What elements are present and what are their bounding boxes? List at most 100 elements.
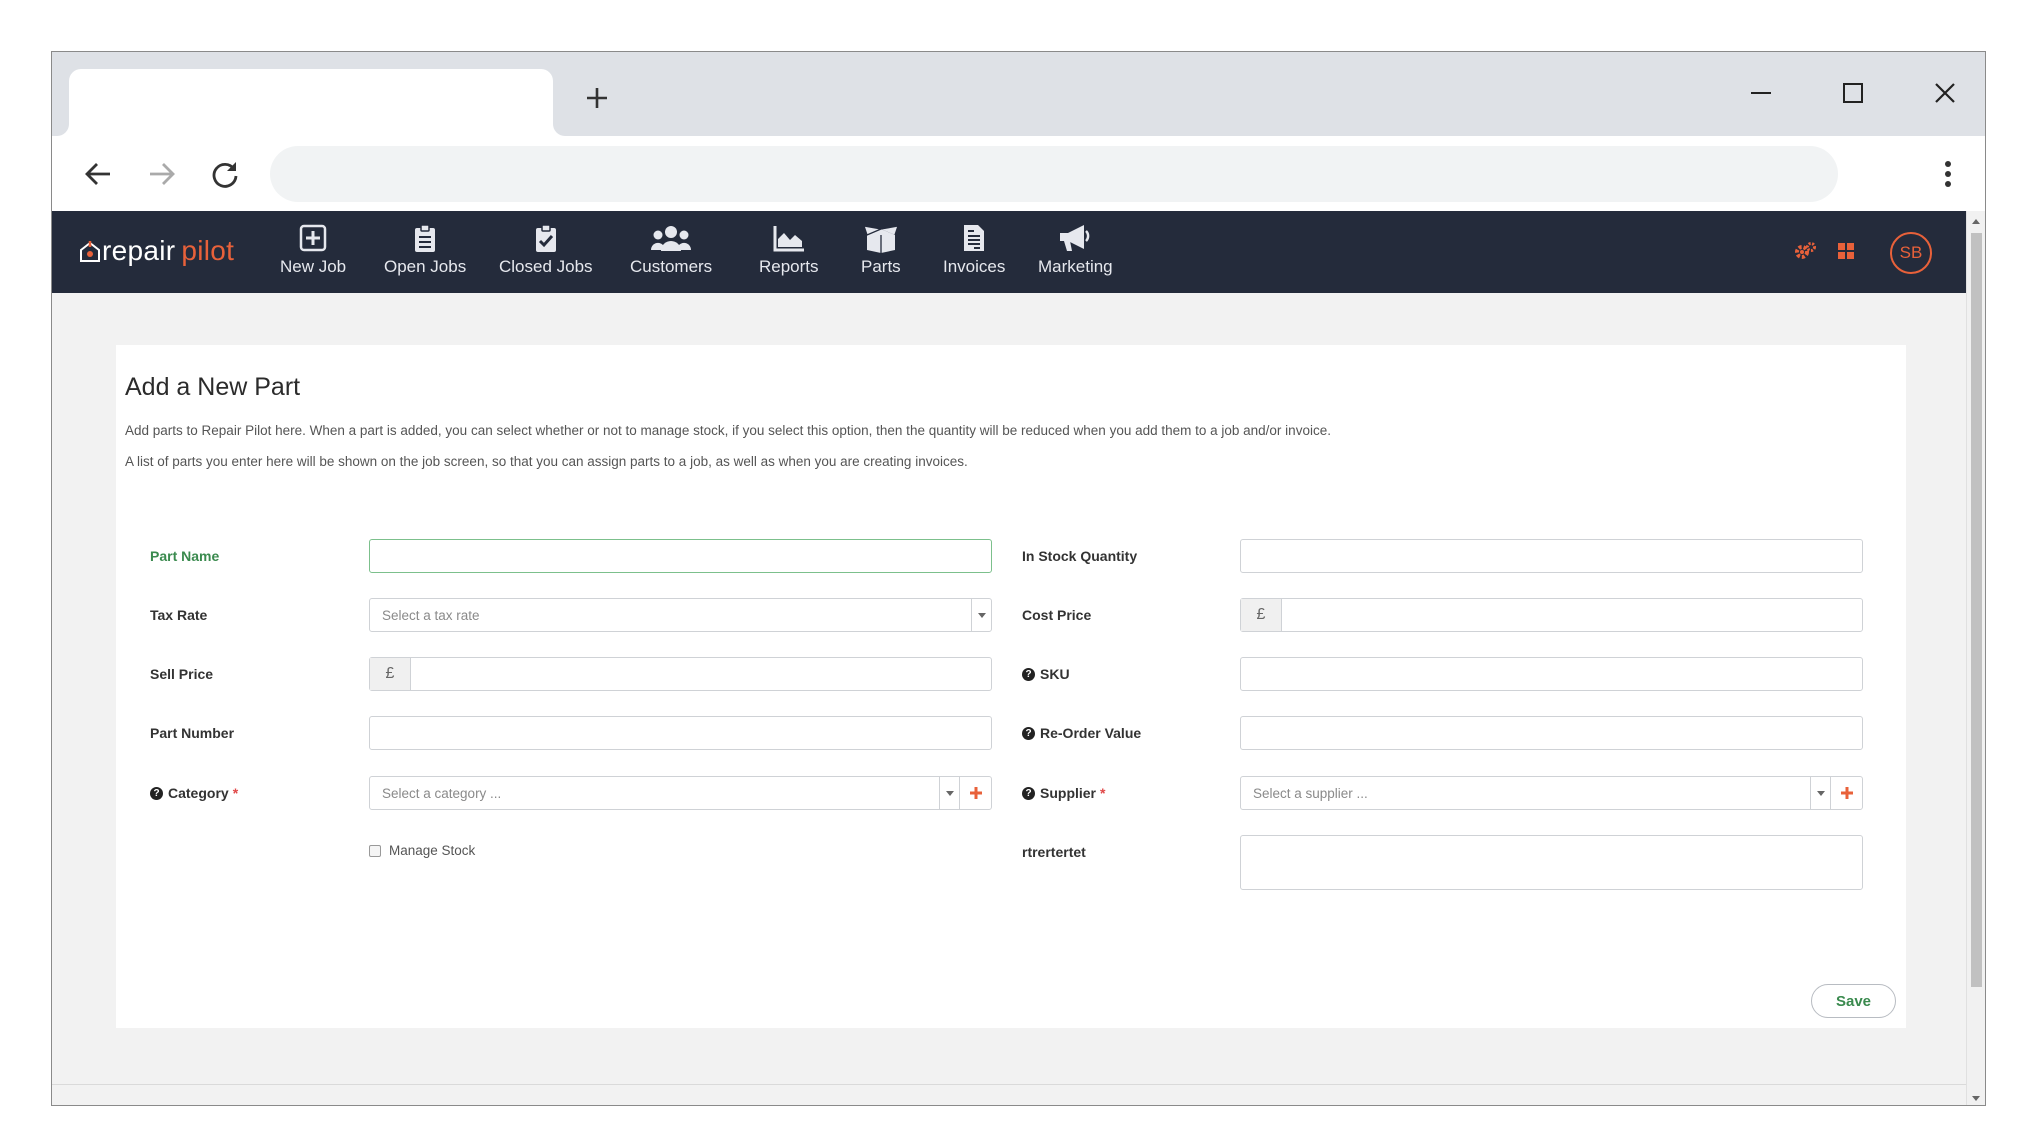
required-marker: *: [1100, 785, 1106, 801]
reorder-value-label: ? Re-Order Value: [1022, 716, 1141, 750]
caret-down-icon[interactable]: [971, 599, 991, 631]
add-part-card: Add a New Part Add parts to Repair Pilot…: [116, 345, 1906, 1028]
in-stock-quantity-label: In Stock Quantity: [1022, 548, 1138, 564]
nav-label: Customers: [630, 257, 713, 276]
part-number-label: Part Number: [150, 725, 235, 741]
checkbox-box[interactable]: [369, 844, 381, 857]
cost-price-value[interactable]: [1282, 599, 1862, 631]
sell-price-value[interactable]: [411, 658, 991, 690]
sku-input[interactable]: [1240, 657, 1863, 691]
grid-icon[interactable]: [1832, 237, 1860, 265]
minimize-icon[interactable]: [1732, 64, 1790, 122]
clipboard-check-icon: [535, 224, 556, 252]
save-button[interactable]: Save: [1811, 984, 1896, 1018]
category-select[interactable]: Select a category ...: [369, 776, 992, 810]
reload-icon[interactable]: [204, 153, 246, 195]
logo-text-pilot: pilot: [181, 235, 235, 266]
cost-price-label: Cost Price: [1022, 607, 1092, 623]
tax-rate-label: Tax Rate: [150, 607, 208, 623]
question-circle-icon[interactable]: ?: [1022, 786, 1035, 800]
tax-rate-select[interactable]: Select a tax rate: [369, 598, 992, 632]
nav-label: Marketing: [1038, 257, 1113, 276]
part-name-input[interactable]: [369, 539, 992, 573]
page-scrollbar[interactable]: [1966, 211, 1985, 1105]
close-icon[interactable]: [1916, 64, 1974, 122]
currency-addon: £: [370, 658, 411, 690]
category-placeholder: Select a category ...: [382, 785, 502, 801]
in-stock-quantity-input[interactable]: [1240, 539, 1863, 573]
part-name-label: Part Name: [150, 548, 220, 564]
required-marker: *: [232, 785, 239, 801]
category-label: ? Category *: [150, 776, 238, 810]
caret-down-icon[interactable]: [939, 777, 959, 809]
nav-reports[interactable]: Reports: [759, 223, 819, 285]
currency-addon: £: [1241, 599, 1282, 631]
user-avatar[interactable]: SB: [1890, 232, 1932, 274]
nav-open-jobs[interactable]: Open Jobs: [384, 223, 466, 285]
caret-down-icon[interactable]: [1810, 777, 1830, 809]
plus-icon[interactable]: [577, 78, 617, 118]
reorder-value-input[interactable]: [1240, 716, 1863, 750]
scroll-down-arrow-icon[interactable]: [1972, 1096, 1980, 1101]
nav-new-job[interactable]: New Job: [280, 223, 346, 285]
browser-tab[interactable]: [69, 69, 553, 136]
kebab-menu-icon[interactable]: [1933, 153, 1963, 195]
app-navbar: repair pilot New Job Open Jobs Closed Job…: [52, 211, 1968, 293]
custom-field-textarea[interactable]: [1240, 835, 1863, 890]
nav-invoices[interactable]: Invoices: [943, 223, 1005, 285]
category-label-text: Category: [168, 785, 229, 801]
manage-stock-checkbox[interactable]: Manage Stock: [369, 843, 475, 858]
nav-label: Open Jobs: [384, 257, 467, 276]
box-open-icon: [862, 225, 899, 253]
maximize-icon[interactable]: [1824, 64, 1882, 122]
part-number-input[interactable]: [369, 716, 992, 750]
add-supplier-plus-icon[interactable]: [1830, 777, 1862, 809]
page-title: Add a New Part: [125, 373, 301, 401]
page-viewport: repair pilot New Job Open Jobs Closed Job…: [52, 211, 1968, 1105]
nav-marketing[interactable]: Marketing: [1038, 223, 1113, 285]
custom-field-label: rtrertertet: [1022, 844, 1086, 860]
tax-rate-placeholder: Select a tax rate: [382, 607, 480, 623]
question-circle-icon[interactable]: ?: [1022, 726, 1035, 740]
supplier-select[interactable]: Select a supplier ...: [1240, 776, 1863, 810]
nav-label: Reports: [759, 257, 819, 276]
supplier-label: ? Supplier *: [1022, 776, 1105, 810]
clipboard-list-icon: [415, 224, 436, 252]
file-invoice-icon: [964, 225, 985, 251]
nav-parts[interactable]: Parts: [861, 223, 901, 285]
page-description-1: Add parts to Repair Pilot here. When a p…: [125, 423, 1331, 438]
browser-toolbar: [52, 136, 1985, 211]
page-description-2: A list of parts you enter here will be s…: [125, 454, 968, 469]
megaphone-icon: [1060, 225, 1090, 251]
sell-price-input[interactable]: £: [369, 657, 992, 691]
scroll-up-arrow-icon[interactable]: [1972, 219, 1980, 224]
supplier-placeholder: Select a supplier ...: [1253, 785, 1368, 801]
reorder-value-label-text: Re-Order Value: [1040, 725, 1142, 741]
nav-label: New Job: [280, 257, 347, 276]
manage-stock-label: Manage Stock: [389, 843, 476, 858]
nav-closed-jobs[interactable]: Closed Jobs: [499, 223, 593, 285]
users-icon: [651, 226, 692, 251]
add-category-plus-icon[interactable]: [959, 777, 991, 809]
address-bar[interactable]: [270, 146, 1838, 202]
nav-customers[interactable]: Customers: [630, 223, 712, 285]
question-circle-icon[interactable]: ?: [1022, 667, 1035, 681]
logo-text-repair: repair: [102, 235, 176, 266]
app-logo[interactable]: repair pilot: [78, 233, 234, 269]
nav-label: Closed Jobs: [499, 257, 593, 276]
area-chart-icon: [773, 226, 804, 252]
nav-label: Invoices: [943, 257, 1006, 276]
cogs-icon[interactable]: [1791, 237, 1819, 265]
arrow-left-icon[interactable]: [77, 153, 119, 195]
question-circle-icon[interactable]: ?: [150, 786, 163, 800]
sell-price-label: Sell Price: [150, 666, 214, 682]
footer-divider: [52, 1084, 1968, 1085]
tab-strip: [52, 52, 1985, 136]
sku-label: ? SKU: [1022, 657, 1070, 691]
nav-label: Parts: [861, 257, 901, 276]
arrow-right-icon[interactable]: [141, 153, 183, 195]
supplier-label-text: Supplier: [1040, 785, 1097, 801]
cost-price-input[interactable]: £: [1240, 598, 1863, 632]
scrollbar-thumb[interactable]: [1971, 233, 1982, 987]
logo-icon: [80, 241, 100, 262]
